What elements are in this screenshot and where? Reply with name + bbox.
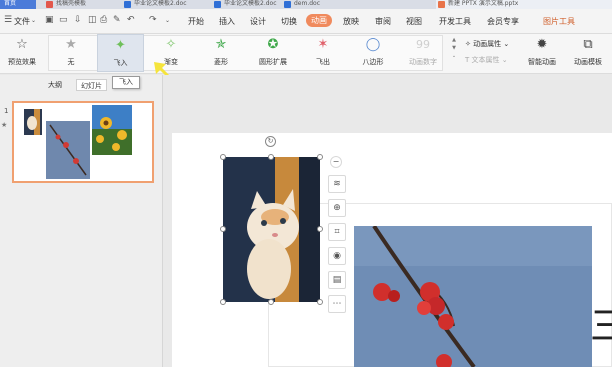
none-star-icon: ★	[65, 37, 77, 52]
animation-template-icon: ⧉	[583, 37, 593, 52]
effect-fly-in-button[interactable]: ✦ 飞入	[97, 34, 144, 72]
menu-transition[interactable]: 切换	[281, 16, 297, 27]
effect-diamond-button[interactable]: ✯ 菱形	[198, 34, 244, 72]
effect-circle-expand-button[interactable]: ✪ 圆形扩展	[248, 34, 298, 72]
menu-picture-tools[interactable]: 图片工具	[543, 16, 575, 27]
cat-photo	[223, 157, 320, 302]
menu-member[interactable]: 会员专享	[487, 16, 519, 27]
format-painter-icon[interactable]: ✎	[113, 15, 121, 25]
word-doc-icon	[124, 1, 131, 8]
diamond-icon: ✯	[215, 37, 227, 52]
redo-icon[interactable]: ↷	[149, 15, 157, 25]
undo-icon[interactable]: ↶	[127, 15, 135, 25]
word-doc-icon	[284, 1, 291, 8]
fly-out-icon: ✶	[317, 37, 329, 52]
animated-number-icon: 99	[416, 38, 430, 51]
print-icon[interactable]: ⎙	[100, 15, 107, 25]
thumb-branch-image	[46, 121, 90, 179]
animation-template-button[interactable]: ⧉ 动画模板	[566, 34, 610, 72]
preview-icon[interactable]: ◫	[88, 15, 97, 25]
slide-thumbnail[interactable]	[12, 101, 154, 183]
menu-file[interactable]: 文件	[14, 16, 30, 27]
collapse-icon[interactable]: −	[330, 156, 342, 168]
smart-animation-button[interactable]: ✹ 智能动画	[520, 34, 564, 72]
template-icon	[46, 1, 53, 8]
animation-properties-button[interactable]: ✧ 动画属性 ⌄	[465, 39, 509, 49]
slide-number: 1	[4, 107, 9, 115]
chevron-down-icon[interactable]: ⌄	[31, 17, 36, 24]
tab-doc-1[interactable]: 毕业论文模板2.doc	[122, 0, 208, 9]
plum-branch-image[interactable]	[354, 224, 592, 367]
thumb-sunflower-image	[92, 105, 132, 155]
tab-outline[interactable]: 大纲	[44, 79, 66, 91]
tab-template[interactable]: 找稿壳模板	[44, 0, 118, 9]
resize-handle[interactable]	[268, 154, 274, 160]
effect-octagon-button[interactable]: ◯ 八边形	[350, 34, 396, 72]
slide-panel: 大纲 幻灯片 1 ★	[0, 75, 163, 367]
effect-animated-number-button[interactable]: 99 动画数字	[400, 34, 446, 72]
tab-pptx[interactable]: 新建 PPTX 演示文稿.pptx	[436, 0, 612, 9]
slide-side-text: 三	[590, 304, 612, 348]
tab-home[interactable]: 首页	[0, 0, 36, 9]
menu-animation[interactable]: 动画	[306, 14, 332, 27]
plum-branch-photo	[354, 224, 592, 367]
menu-start[interactable]: 开始	[188, 16, 204, 27]
menu-insert[interactable]: 插入	[219, 16, 235, 27]
more-options-icon[interactable]: ⋯	[328, 295, 346, 313]
quick-access-more-icon[interactable]: ⌄	[165, 17, 170, 24]
resize-handle[interactable]	[317, 299, 323, 305]
cat-image[interactable]	[223, 157, 320, 302]
preview-effect-button[interactable]: ☆ 预览效果	[0, 34, 44, 72]
export-icon[interactable]: ⇩	[74, 15, 82, 25]
menu-bar: ☰ 文件 ⌄ ▣ ▭ ⇩ ◫ ⎙ ✎ ↶ ↷ ⌄ 开始 插入 设计 切换 动画 …	[0, 9, 612, 34]
word-doc-icon	[214, 1, 221, 8]
text-properties-button[interactable]: T 文本属性 ⌄	[465, 55, 508, 65]
save-icon[interactable]: ▣	[45, 15, 54, 25]
crop-icon[interactable]: ⌗	[328, 223, 346, 241]
animation-star-icon: ★	[1, 121, 8, 129]
layers-icon[interactable]: ≋	[328, 175, 346, 193]
fade-icon: ✧	[165, 37, 177, 52]
animation-ribbon: ☆ 预览效果 ★ 无 ✦ 飞入 ✧ 渐变 ✯ 菱形 ✪ 圆形扩展 ✶ 飞出 ◯ …	[0, 34, 612, 74]
gallery-scroll-arrows[interactable]: ▲ ▼ ⌄	[450, 36, 458, 70]
fly-in-icon: ✦	[115, 38, 126, 53]
tab-slides[interactable]: 幻灯片	[76, 79, 107, 91]
resize-handle[interactable]	[220, 154, 226, 160]
animation-properties-icon: ✧	[465, 40, 474, 48]
star-outline-icon: ☆	[16, 37, 28, 52]
menu-design[interactable]: 设计	[250, 16, 266, 27]
rotate-handle-icon[interactable]: ↻	[265, 136, 276, 147]
tab-dem[interactable]: dem.doc	[282, 0, 432, 9]
menu-slideshow[interactable]: 放映	[343, 16, 359, 27]
resize-handle[interactable]	[317, 226, 323, 232]
effect-none-button[interactable]: ★ 无	[48, 34, 94, 72]
fly-in-tooltip: 飞入	[112, 76, 140, 89]
hamburger-menu-icon[interactable]: ☰	[4, 15, 12, 25]
light-bulb-icon[interactable]: ◉	[328, 247, 346, 265]
zoom-icon[interactable]: ⊕	[328, 199, 346, 217]
thumb-cat-image	[24, 109, 42, 135]
resize-handle[interactable]	[268, 299, 274, 305]
picture-icon[interactable]: ▤	[328, 271, 346, 289]
resize-handle[interactable]	[220, 226, 226, 232]
document-tab-strip: 首页 找稿壳模板 毕业论文模板2.doc 毕业论文模板2.doc dem.doc…	[0, 0, 612, 9]
menu-view[interactable]: 视图	[406, 16, 422, 27]
ppt-doc-icon	[438, 1, 445, 8]
smart-animation-icon: ✹	[536, 37, 548, 52]
resize-handle[interactable]	[317, 154, 323, 160]
octagon-icon: ◯	[365, 37, 381, 52]
menu-developer[interactable]: 开发工具	[439, 16, 471, 27]
effect-fly-out-button[interactable]: ✶ 飞出	[300, 34, 346, 72]
menu-review[interactable]: 审阅	[375, 16, 391, 27]
circle-expand-icon: ✪	[267, 37, 279, 52]
resize-handle[interactable]	[220, 299, 226, 305]
open-folder-icon[interactable]: ▭	[59, 15, 68, 25]
